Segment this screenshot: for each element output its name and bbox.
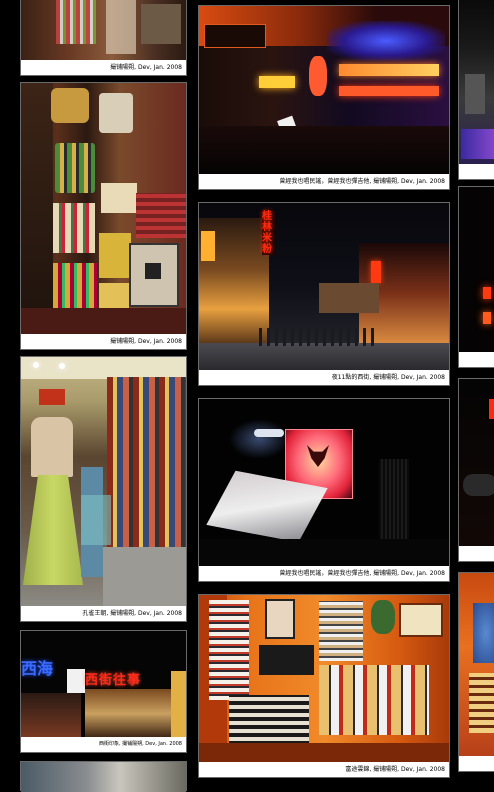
photo-caption: 孔雀王朝, 撮铺陽朔, Dev, Jan. 2008 (21, 606, 186, 621)
neon-sign-main: 西街往事 (85, 673, 142, 688)
photo-card-shop-fabrics[interactable]: 撮铺陽朔, Dev, Jan. 2008 (20, 0, 187, 76)
photo-caption: 撮铺陽朔, Dev, Jan. 2008 (21, 334, 186, 349)
photo-caption: 西街印象, 撮铺陽朔, Dev, Jan. 2008 (21, 737, 186, 752)
photo-card-partial-right-3[interactable] (458, 378, 494, 562)
photo-partial-right-1 (459, 0, 494, 164)
photo-partial-street (21, 762, 186, 792)
photo-card-west-street-sign[interactable]: 西海 西街往事 西街印象, 撮铺陽朔, Dev, Jan. 2008 (20, 630, 187, 753)
photo-caption: 富途雲錦, 撮铺陽朔, Dev, Jan. 2008 (199, 762, 449, 777)
photo-night-street: 桂林米粉 (199, 203, 449, 370)
photo-hanging-bags (21, 83, 186, 334)
photo-card-hanging-bags[interactable]: 撮铺陽朔, Dev, Jan. 2008 (20, 82, 187, 350)
photo-caption: 撮铺陽朔, Dev, Jan. 2008 (21, 60, 186, 75)
photo-card-bull-light[interactable]: 曾經我也唱民謠，曾經我也彈吉他, 撮铺陽朔, Dev, Jan. 2008 (198, 398, 450, 582)
photo-partial-right-4 (459, 573, 494, 756)
photo-card-night-street[interactable]: 桂林米粉 夜11點的西街, 撮铺陽朔, Dev, Jan. 2008 (198, 202, 450, 386)
photo-caption-partial (459, 546, 494, 561)
photo-west-street-sign: 西海 西街往事 (21, 631, 186, 738)
photo-bar-neon (199, 6, 449, 174)
photo-caption-partial (459, 756, 494, 771)
photo-orange-shop (199, 595, 449, 762)
neon-sign-vertical: 桂林米粉 (262, 211, 276, 255)
photo-card-partial-right-4[interactable] (458, 572, 494, 772)
photo-card-clothing-shop[interactable]: 孔雀王朝, 撮铺陽朔, Dev, Jan. 2008 (20, 356, 187, 622)
photo-card-partial-right-1[interactable] (458, 0, 494, 180)
photo-card-partial-bottom[interactable] (20, 761, 187, 792)
photo-shop-fabrics (21, 0, 186, 60)
photo-clothing-shop (21, 357, 186, 606)
neon-sign-left: 西海 (21, 659, 54, 678)
photo-caption: 曾經我也唱民謠，曾經我也彈吉他, 撮铺陽朔, Dev, Jan. 2008 (199, 566, 449, 581)
photo-partial-right-3 (459, 379, 494, 546)
photo-bull-light (199, 399, 449, 566)
photo-card-partial-right-2[interactable] (458, 186, 494, 368)
photo-card-orange-shop[interactable]: 富途雲錦, 撮铺陽朔, Dev, Jan. 2008 (198, 594, 450, 778)
photo-caption: 曾經我也唱民謠，曾經我也彈吉他, 撮铺陽朔, Dev, Jan. 2008 (199, 174, 449, 189)
photo-caption: 夜11點的西街, 撮铺陽朔, Dev, Jan. 2008 (199, 370, 449, 385)
photo-partial-right-2 (459, 187, 494, 352)
photo-card-bar-neon[interactable]: 曾經我也唱民謠，曾經我也彈吉他, 撮铺陽朔, Dev, Jan. 2008 (198, 5, 450, 190)
photo-caption-partial (459, 164, 494, 179)
photo-caption-partial (459, 352, 494, 367)
